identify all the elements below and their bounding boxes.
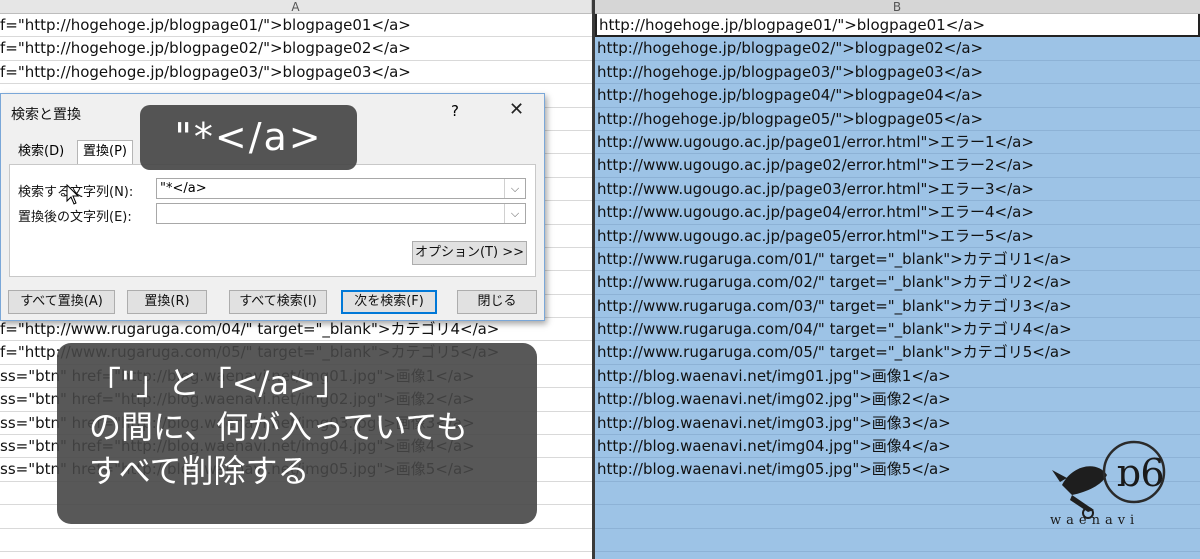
replace-label: 置換後の文字列(E): [18, 210, 132, 225]
column-a-label: A [291, 0, 300, 14]
table-row[interactable]: f="http://hogehoge.jp/blogpage01/">blogp… [0, 14, 592, 38]
column-header-a[interactable]: A [0, 0, 592, 14]
table-row[interactable]: http://www.ugougo.ac.jp/page02/error.htm… [595, 154, 1200, 178]
chevron-down-icon[interactable]: ⌵ [504, 204, 525, 223]
table-row[interactable]: http://hogehoge.jp/blogpage03/">blogpage… [595, 61, 1200, 85]
table-row[interactable]: http://www.rugaruga.com/05/" target="_bl… [595, 341, 1200, 365]
overlay-line-2: の間に、何が入っていても [89, 408, 468, 446]
replace-all-button[interactable]: すべて置換(A) [8, 290, 115, 314]
options-button[interactable]: オプション(T) >> [412, 241, 527, 265]
find-next-button[interactable]: 次を検索(F) [341, 290, 437, 314]
table-row[interactable]: f="http://www.rugaruga.com/04/" target="… [0, 318, 592, 342]
table-row[interactable]: http://www.ugougo.ac.jp/page03/error.htm… [595, 178, 1200, 202]
logo-text: waenavi [1050, 513, 1140, 528]
overlay-explanation: 「"」と「</a>」 の間に、何が入っていても すべて削除する [57, 343, 537, 524]
replace-input[interactable]: ⌵ [156, 203, 526, 224]
table-row[interactable]: http://www.rugaruga.com/01/" target="_bl… [595, 248, 1200, 272]
overlay-line-3: すべて削除する [89, 452, 310, 490]
table-row[interactable]: http://hogehoge.jp/blogpage04/">blogpage… [595, 84, 1200, 108]
table-row[interactable]: http://www.ugougo.ac.jp/page01/error.htm… [595, 131, 1200, 155]
table-row[interactable]: http://www.rugaruga.com/04/" target="_bl… [595, 318, 1200, 342]
overlay-search-pattern: "*</a> [140, 105, 357, 170]
find-input-value: "*</a> [160, 181, 207, 196]
close-button[interactable]: 閉じる [457, 290, 537, 314]
find-input[interactable]: "*</a> ⌵ [156, 178, 526, 199]
overlay-line-1: 「"」と「</a>」 [89, 364, 348, 402]
table-row[interactable]: http://hogehoge.jp/blogpage05/">blogpage… [595, 108, 1200, 131]
find-all-button[interactable]: すべて検索(I) [229, 290, 327, 314]
table-row[interactable]: http://www.ugougo.ac.jp/page04/error.htm… [595, 201, 1200, 225]
table-row[interactable]: http://hogehoge.jp/blogpage01/">blogpage… [595, 14, 1200, 38]
column-b-label: B [892, 0, 902, 14]
tab-search[interactable]: 検索(D) [13, 141, 69, 163]
mouse-cursor-icon [66, 184, 80, 205]
dialog-title: 検索と置換 [11, 107, 81, 123]
tab-replace[interactable]: 置換(P) [77, 140, 133, 164]
replace-button[interactable]: 置換(R) [127, 290, 207, 314]
table-row[interactable]: http://www.ugougo.ac.jp/page05/error.htm… [595, 225, 1200, 248]
table-row[interactable]: http://www.rugaruga.com/03/" target="_bl… [595, 295, 1200, 319]
svg-text:ɒ6: ɒ6 [1116, 451, 1165, 495]
table-row[interactable] [595, 552, 1200, 559]
help-icon[interactable]: ? [451, 102, 459, 120]
chevron-down-icon[interactable]: ⌵ [504, 179, 525, 198]
close-icon[interactable]: ✕ [509, 99, 524, 120]
table-row[interactable]: f="http://hogehoge.jp/blogpage02/">blogp… [0, 37, 592, 61]
table-row[interactable] [0, 529, 592, 552]
column-header-b[interactable]: B [594, 0, 1200, 14]
table-row[interactable]: http://hogehoge.jp/blogpage02/">blogpage… [595, 37, 1200, 61]
table-row[interactable]: f="http://hogehoge.jp/blogpage03/">blogp… [0, 61, 592, 85]
table-row[interactable]: http://blog.waenavi.net/img01.jpg">画像1</… [595, 365, 1200, 389]
table-row[interactable]: http://www.rugaruga.com/02/" target="_bl… [595, 271, 1200, 295]
table-row[interactable]: http://blog.waenavi.net/img02.jpg">画像2</… [595, 388, 1200, 412]
replace-tab-panel: 検索する文字列(N): "*</a> ⌵ 置換後の文字列(E): ⌵ オプション… [9, 164, 536, 277]
